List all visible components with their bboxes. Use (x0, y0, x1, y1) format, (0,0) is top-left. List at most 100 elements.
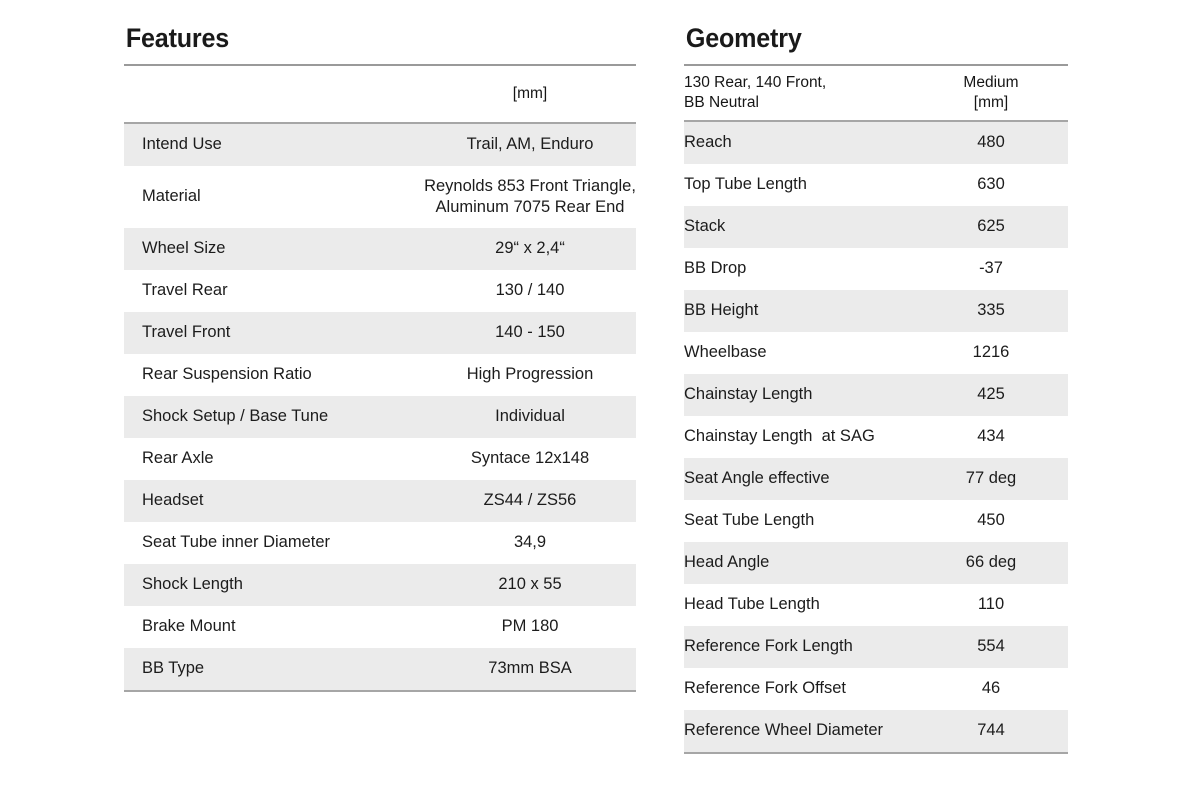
row-value: 625 (914, 206, 1068, 248)
row-value: 335 (914, 290, 1068, 332)
table-row: Head Angle 66 deg (684, 542, 1068, 584)
geometry-header-config-line2: BB Neutral (684, 94, 759, 111)
table-row: Wheelbase 1216 (684, 332, 1068, 374)
row-value: 630 (977, 175, 1005, 194)
geometry-bottom-rule (684, 752, 1068, 754)
features-table-body: [mm] (124, 66, 636, 122)
geometry-rows-table: Reach 480 Top Tube Length 630 Stack 625 BB Dro… (684, 122, 1068, 752)
row-label: Wheelbase (684, 343, 767, 362)
spec-sheet: Features [mm] Intend Use Trail, AM, Endur… (0, 0, 1200, 800)
table-row: Travel Front 140 - 150 (124, 312, 636, 354)
row-value: Individual (424, 396, 636, 438)
geometry-table: 130 Rear, 140 Front, BB Neutral Medium [… (684, 66, 1068, 120)
table-row: Chainstay Length 425 (684, 374, 1068, 416)
row-label: Reference Wheel Diameter (684, 710, 914, 752)
geometry-header-size-unit: [mm] (973, 94, 1009, 111)
row-label: Stack (684, 206, 914, 248)
row-value-line: Reynolds 853 Front Triangle, (424, 176, 636, 195)
row-label: Reach (684, 122, 914, 164)
features-bottom-rule (124, 690, 636, 692)
geometry-header-size-name: Medium (963, 74, 1019, 92)
row-value: 77 deg (914, 458, 1068, 500)
row-value: High Progression (466, 365, 594, 384)
features-header-unit: [mm] (512, 85, 548, 103)
table-row: Head Tube Length 110 (684, 584, 1068, 626)
row-value: 554 (914, 626, 1068, 668)
table-row: BB Type 73mm BSA (124, 648, 636, 690)
table-row: Shock Setup / Base Tune Individual (124, 396, 636, 438)
row-value: 130 / 140 (495, 281, 565, 300)
table-row: Rear Suspension Ratio High Progression (124, 354, 636, 396)
row-label: BB Type (124, 648, 424, 690)
row-label: Reference Fork Length (684, 626, 914, 668)
row-label: Seat Angle effective (684, 458, 914, 500)
row-value: Reynolds 853 Front Triangle, Aluminum 707… (424, 166, 636, 228)
row-value: 29“ x 2,4“ (424, 228, 636, 270)
table-row: Seat Tube Length 450 (684, 500, 1068, 542)
table-row: BB Height 335 (684, 290, 1068, 332)
row-value: 434 (977, 427, 1005, 446)
row-value: 66 deg (914, 542, 1068, 584)
row-value: 425 (914, 374, 1068, 416)
table-row: BB Drop -37 (684, 248, 1068, 290)
row-value: PM 180 (501, 617, 559, 636)
row-value: Trail, AM, Enduro (424, 124, 636, 166)
features-rows-body: Intend Use Trail, AM, Enduro Material Reyno… (124, 124, 636, 690)
row-value: 34,9 (513, 533, 547, 552)
table-row: Reference Wheel Diameter 744 (684, 710, 1068, 752)
row-value: 744 (914, 710, 1068, 752)
table-row: Top Tube Length 630 (684, 164, 1068, 206)
table-row: Wheel Size 29“ x 2,4“ (124, 228, 636, 270)
row-label: Brake Mount (142, 617, 236, 636)
geometry-column-header-row: 130 Rear, 140 Front, BB Neutral Medium [… (684, 66, 1068, 120)
row-value: Syntace 12x148 (470, 449, 590, 468)
row-label: Head Tube Length (684, 595, 820, 614)
row-label: Headset (124, 480, 424, 522)
row-label: Shock Setup / Base Tune (124, 396, 424, 438)
row-value-line: Aluminum 7075 Rear End (435, 198, 625, 216)
table-row: Shock Length 210 x 55 (124, 564, 636, 606)
geometry-rows-body: Reach 480 Top Tube Length 630 Stack 625 BB Dro… (684, 122, 1068, 752)
row-label: Chainstay Length (684, 374, 914, 416)
row-value: 480 (914, 122, 1068, 164)
row-label: Seat Tube Length (684, 511, 815, 530)
row-value: 110 (977, 595, 1005, 614)
geometry-title: Geometry (685, 23, 802, 53)
table-row: Reference Fork Length 554 (684, 626, 1068, 668)
features-header-label (124, 66, 424, 122)
row-value: 1216 (972, 343, 1010, 362)
row-label: Intend Use (124, 124, 424, 166)
features-table: [mm] (124, 66, 636, 122)
table-row: Travel Rear 130 / 140 (124, 270, 636, 312)
table-row: Seat Tube inner Diameter 34,9 (124, 522, 636, 564)
row-label: Travel Front (124, 312, 424, 354)
geometry-header-size: Medium [mm] (914, 66, 1068, 120)
row-label: Material (142, 187, 201, 206)
row-label: BB Drop (684, 259, 747, 278)
row-label: Head Angle (684, 542, 914, 584)
features-rows-table: Intend Use Trail, AM, Enduro Material Reyno… (124, 124, 636, 690)
table-row: Seat Angle effective 77 deg (684, 458, 1068, 500)
row-value: 140 - 150 (424, 312, 636, 354)
table-row: Stack 625 (684, 206, 1068, 248)
table-row: Brake Mount PM 180 (124, 606, 636, 648)
row-label: BB Height (684, 290, 914, 332)
row-value: -37 (979, 259, 1003, 278)
row-value: 73mm BSA (424, 648, 636, 690)
row-label: Shock Length (124, 564, 424, 606)
features-panel: Features [mm] Intend Use Trail, AM, Endur… (124, 0, 636, 692)
row-label: Travel Rear (142, 281, 228, 300)
table-row: Intend Use Trail, AM, Enduro (124, 124, 636, 166)
row-label: Chainstay Length at SAG (684, 427, 875, 446)
row-label: Rear Suspension Ratio (142, 365, 312, 384)
row-label: Top Tube Length (684, 175, 807, 194)
table-row: Reference Fork Offset 46 (684, 668, 1068, 710)
row-label: Wheel Size (124, 228, 424, 270)
row-label: Seat Tube inner Diameter (142, 533, 331, 552)
geometry-table-body: 130 Rear, 140 Front, BB Neutral Medium [… (684, 66, 1068, 120)
geometry-header-config-line1: 130 Rear, 140 Front, (684, 74, 827, 92)
features-column-header-row: [mm] (124, 66, 636, 122)
features-title: Features (125, 23, 230, 53)
table-row: Headset ZS44 / ZS56 (124, 480, 636, 522)
table-row: Reach 480 (684, 122, 1068, 164)
